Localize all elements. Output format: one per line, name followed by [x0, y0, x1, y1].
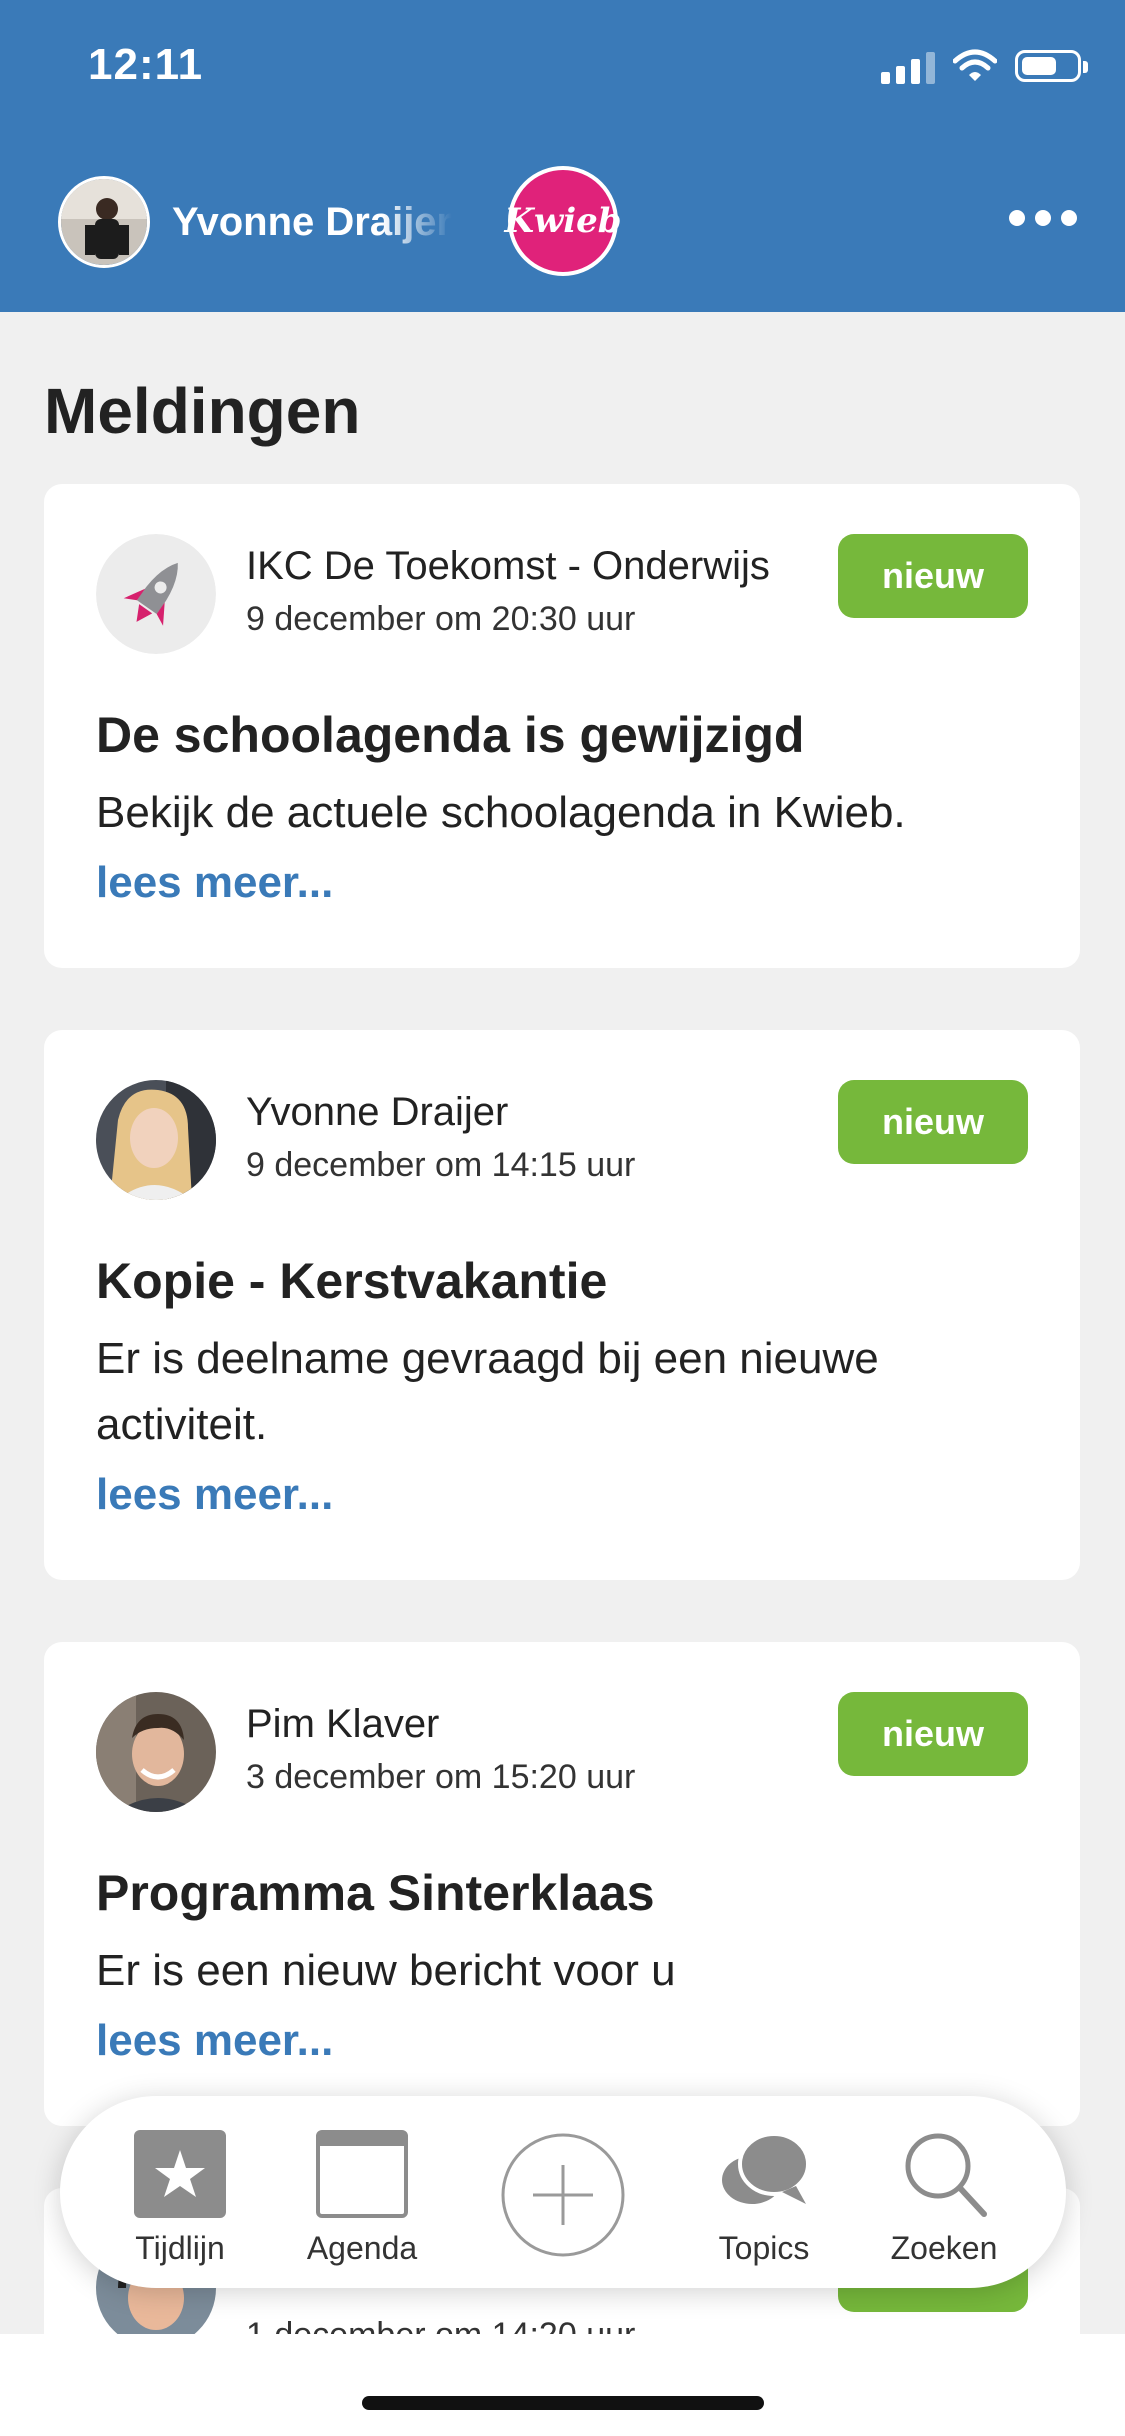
notification-date: 9 december om 14:15 uur	[246, 1146, 636, 1184]
search-icon	[905, 2133, 987, 2217]
plus-icon	[501, 2133, 625, 2257]
sender-name: Pim Klaver	[246, 1702, 440, 1746]
read-more-link[interactable]: lees meer...	[96, 858, 333, 908]
sender-avatar	[96, 1692, 216, 1812]
user-profile[interactable]: Yvonne Draijer	[58, 176, 452, 268]
star-icon	[134, 2130, 226, 2218]
notification-date: 3 december om 15:20 uur	[246, 1758, 636, 1796]
bottom-tab-bar: Tijdlijn Agenda Topics Zoeken	[60, 2096, 1066, 2288]
add-button[interactable]	[500, 2096, 626, 2288]
read-more-link[interactable]: lees meer...	[96, 1470, 333, 1520]
new-badge: nieuw	[838, 1080, 1028, 1164]
cellular-signal-icon	[881, 48, 935, 84]
notification-title: Programma Sinterklaas	[96, 1865, 655, 1921]
calendar-icon	[316, 2130, 408, 2218]
rocket-icon	[96, 534, 216, 654]
notification-body: Bekijk de actuele schoolagenda in Kwieb.	[96, 788, 906, 837]
tab-label: Topics	[718, 2230, 810, 2266]
battery-icon	[1015, 50, 1088, 82]
read-more-link[interactable]: lees meer...	[96, 2016, 333, 2066]
tab-tijdlijn[interactable]: Tijdlijn	[122, 2096, 238, 2288]
tab-label: Zoeken	[890, 2230, 998, 2266]
status-icons	[881, 48, 1088, 84]
notification-card[interactable]: IKC De Toekomst - Onderwijs 9 december o…	[44, 484, 1080, 968]
new-badge: nieuw	[838, 534, 1028, 618]
home-area	[0, 2334, 1125, 2436]
notification-date: 1 december om 14:20 uur	[246, 2316, 635, 2334]
sender-name: IKC De Toekomst - Onderwijs	[246, 544, 770, 588]
tab-label: Tijdlijn	[135, 2230, 225, 2266]
sender-name: Yvonne Draijer	[246, 1090, 509, 1134]
sender-avatar	[96, 1080, 216, 1200]
new-badge: nieuw	[838, 1692, 1028, 1776]
more-options-button[interactable]	[1009, 210, 1077, 226]
notification-card[interactable]: Pim Klaver 3 december om 15:20 uur nieuw…	[44, 1642, 1080, 2126]
notification-body: Er is deelname gevraagd bij een nieuwe a…	[96, 1334, 879, 1449]
notification-body: Er is een nieuw bericht voor u	[96, 1946, 676, 1995]
home-indicator[interactable]	[362, 2396, 764, 2410]
tab-topics[interactable]: Topics	[706, 2096, 822, 2288]
notification-title: Kopie - Kerstvakantie	[96, 1253, 608, 1309]
tab-zoeken[interactable]: Zoeken	[886, 2096, 1002, 2288]
app-header: 12:11 Yvonne Draijer Kwieb	[0, 0, 1125, 312]
page-title: Meldingen	[44, 375, 361, 447]
notification-date: 9 december om 20:30 uur	[246, 600, 636, 638]
notification-card[interactable]: Yvonne Draijer 9 december om 14:15 uur n…	[44, 1030, 1080, 1580]
wifi-icon	[953, 49, 997, 81]
chat-bubbles-icon	[722, 2132, 810, 2204]
status-time: 12:11	[88, 40, 204, 89]
sender-avatar	[96, 534, 216, 654]
user-name[interactable]: Yvonne Draijer	[172, 200, 452, 245]
kwieb-logo: Kwieb	[504, 166, 622, 276]
tab-agenda[interactable]: Agenda	[304, 2096, 420, 2288]
user-avatar[interactable]	[58, 176, 150, 268]
notification-title: De schoolagenda is gewijzigd	[96, 707, 805, 763]
tab-label: Agenda	[306, 2230, 418, 2266]
